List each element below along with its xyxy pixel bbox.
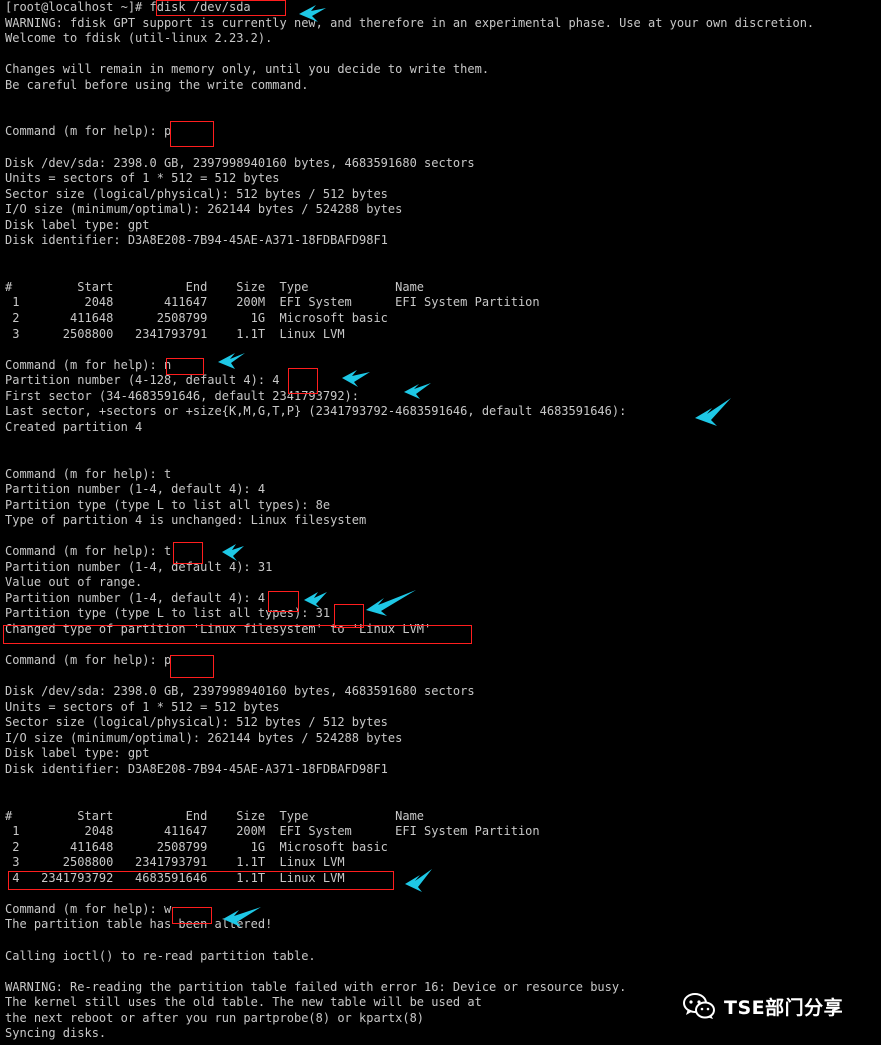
wechat-icon xyxy=(683,993,715,1019)
arrow-icon xyxy=(218,5,731,927)
watermark-text: TSE部门分享 xyxy=(724,996,844,1019)
watermark: TSE部门分享 xyxy=(682,986,862,1026)
